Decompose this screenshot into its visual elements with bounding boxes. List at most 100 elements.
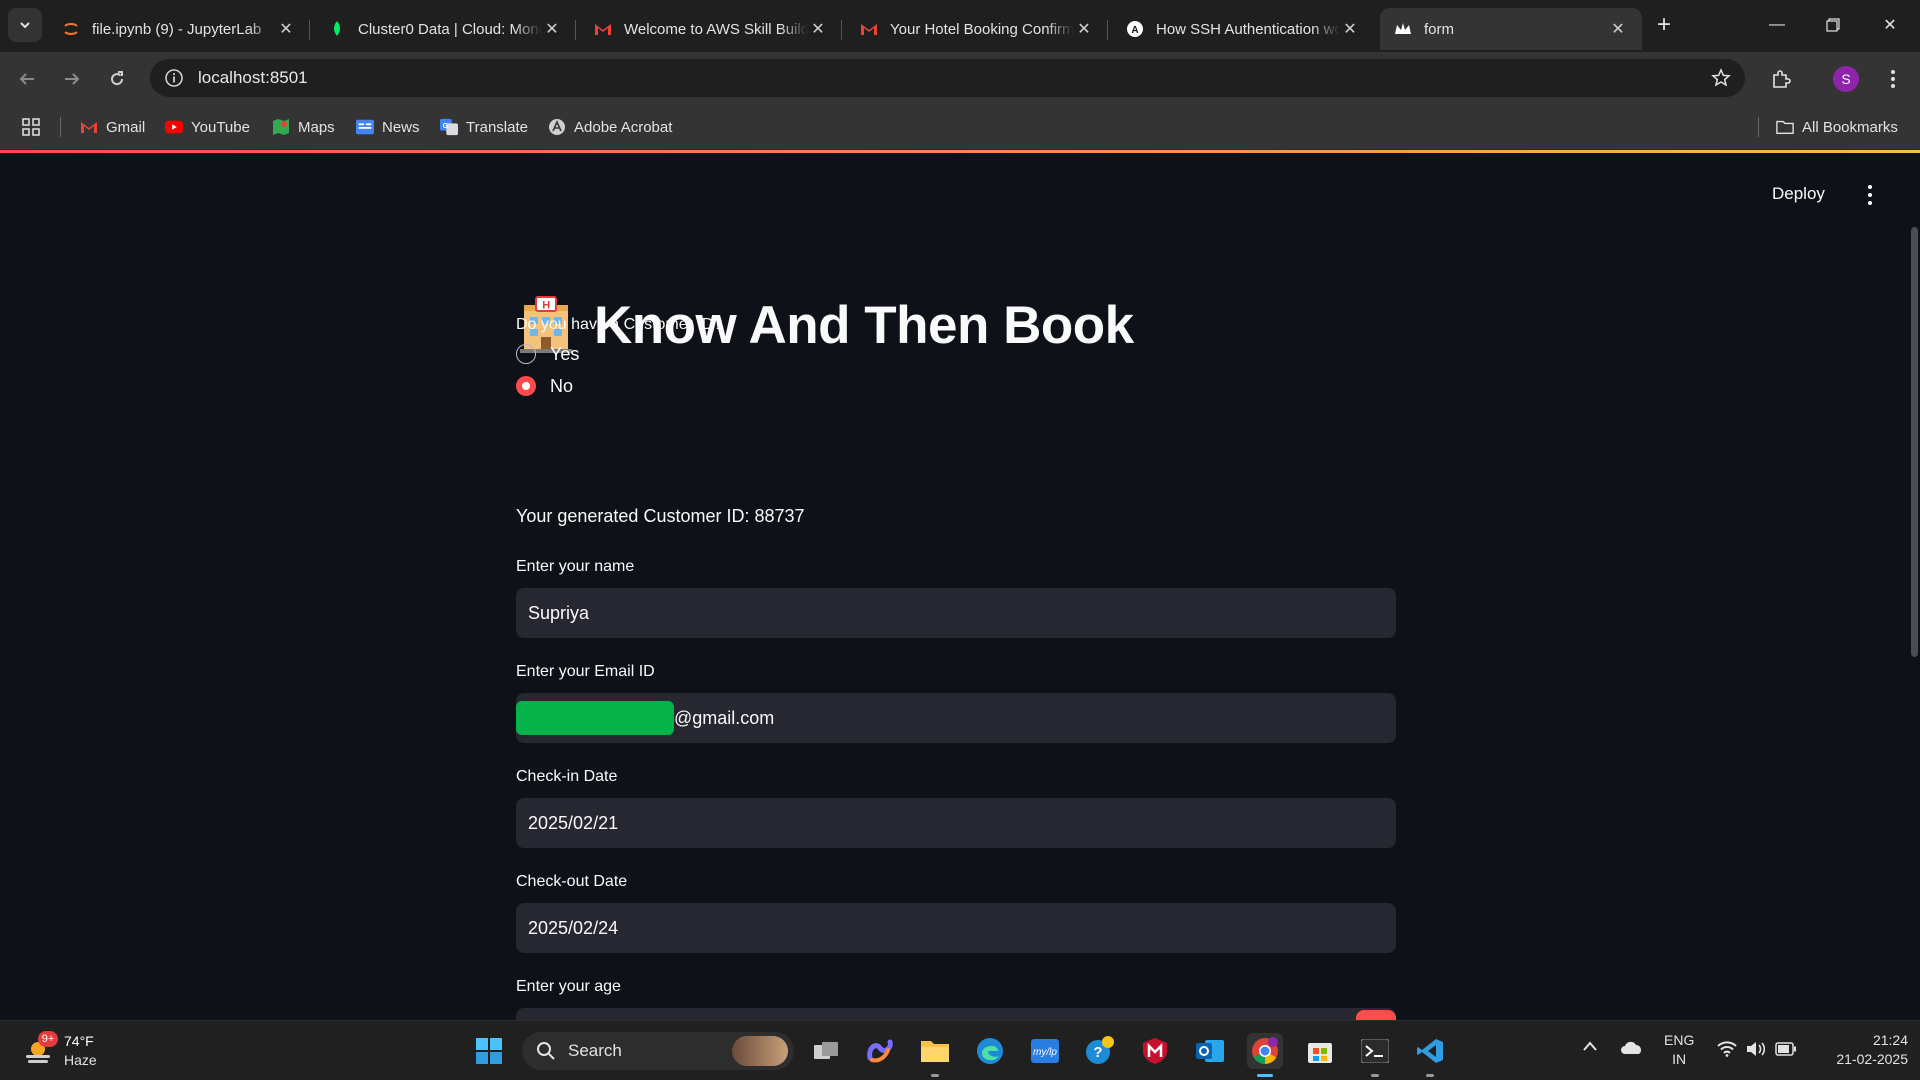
all-bookmarks-button[interactable]: All Bookmarks <box>1776 115 1898 139</box>
bookmark-adobe-acrobat[interactable]: Adobe Acrobat <box>548 115 672 139</box>
address-bar[interactable]: localhost:8501 <box>150 59 1745 97</box>
close-icon[interactable]: ✕ <box>542 19 562 39</box>
radio-button[interactable] <box>516 344 536 364</box>
weather-widget[interactable]: 9+ 74°F Haze <box>20 1031 130 1071</box>
mylio-button[interactable]: my/lp <box>1027 1033 1063 1069</box>
main-menu-button[interactable] <box>1860 182 1880 208</box>
url-text: localhost:8501 <box>198 68 308 87</box>
bookmark-translate[interactable]: G Translate <box>440 115 528 139</box>
mylio-icon: my/lp <box>1031 1039 1059 1063</box>
radio-option-yes[interactable]: Yes <box>516 342 579 366</box>
outlook-button[interactable] <box>1192 1033 1228 1069</box>
jupyter-icon <box>62 20 80 38</box>
star-icon[interactable] <box>1711 68 1731 88</box>
tab-jupyterlab[interactable]: file.ipynb (9) - JupyterLab ✕ <box>48 8 310 50</box>
clock[interactable]: 21:24 21-02-2025 <box>1812 1031 1908 1069</box>
reload-icon <box>111 71 124 86</box>
chrome-menu-button[interactable] <box>1876 62 1910 96</box>
svg-text:?: ? <box>1093 1044 1102 1061</box>
translate-icon: G <box>440 118 458 136</box>
puzzle-icon <box>1773 70 1791 88</box>
checkin-date-input[interactable]: 2025/02/21 <box>516 798 1396 848</box>
gmail-icon <box>860 20 878 38</box>
close-icon[interactable]: ✕ <box>1340 19 1360 39</box>
terminal-button[interactable] <box>1357 1033 1393 1077</box>
microsoft-store-button[interactable] <box>1302 1033 1338 1069</box>
close-icon[interactable]: ✕ <box>808 19 828 39</box>
close-icon[interactable]: ✕ <box>1608 19 1628 39</box>
bookmark-label: News <box>382 118 420 136</box>
tab-hotel-booking[interactable]: Your Hotel Booking Confirmation ✕ <box>846 8 1108 50</box>
start-button[interactable] <box>471 1033 507 1069</box>
tab-separator <box>1107 20 1108 40</box>
age-input[interactable] <box>516 1008 1396 1020</box>
task-view-icon <box>814 1042 838 1059</box>
page-scrollbar[interactable] <box>1911 227 1918 657</box>
customer-id-question: Do you have a Customer ID? <box>516 316 723 333</box>
file-explorer-button[interactable] <box>917 1033 953 1077</box>
name-label: Enter your name <box>516 558 635 575</box>
gmail-icon <box>80 118 98 136</box>
search-highlight-image <box>732 1036 788 1066</box>
new-tab-button[interactable]: + <box>1644 10 1684 40</box>
tab-separator <box>575 20 576 40</box>
tab-form[interactable]: form ✕ <box>1380 8 1642 50</box>
taskbar-search[interactable]: Search <box>522 1032 794 1070</box>
email-input[interactable]: @gmail.com <box>516 693 1396 743</box>
forward-button[interactable] <box>55 62 89 96</box>
show-hidden-icons-button[interactable] <box>1582 1039 1598 1055</box>
tab-aws-skill-builder[interactable]: Welcome to AWS Skill Builder ✕ <box>580 8 842 50</box>
bookmark-gmail[interactable]: Gmail <box>80 115 145 139</box>
gmail-icon <box>594 20 612 38</box>
svg-text:my/lp: my/lp <box>1033 1047 1057 1058</box>
restore-button[interactable] <box>1813 10 1853 40</box>
active-indicator <box>1257 1074 1273 1077</box>
close-icon[interactable]: ✕ <box>276 19 296 39</box>
acrobat-icon <box>548 118 566 136</box>
bookmark-label: Gmail <box>106 118 146 136</box>
reload-button[interactable] <box>100 62 134 96</box>
radio-button-selected[interactable] <box>516 376 536 396</box>
bookmark-youtube[interactable]: YouTube <box>165 115 250 139</box>
mcafee-button[interactable] <box>1137 1033 1173 1069</box>
minimize-button[interactable]: — <box>1757 10 1797 40</box>
store-icon <box>1308 1043 1332 1063</box>
checkin-label: Check-in Date <box>516 768 618 785</box>
chrome-button[interactable] <box>1247 1033 1283 1077</box>
close-window-button[interactable]: ✕ <box>1870 10 1910 40</box>
task-view-button[interactable] <box>808 1033 844 1069</box>
help-button[interactable]: ? <box>1082 1033 1118 1069</box>
onedrive-icon[interactable] <box>1620 1041 1644 1058</box>
name-input[interactable]: Supriya <box>516 588 1396 638</box>
email-value: @gmail.com <box>674 707 775 728</box>
edge-button[interactable] <box>972 1033 1008 1069</box>
language-indicator[interactable]: ENG IN <box>1664 1031 1694 1069</box>
age-stepper-button[interactable] <box>1356 1010 1396 1020</box>
info-icon[interactable] <box>164 68 184 88</box>
bookmark-maps[interactable]: Maps <box>272 115 335 139</box>
apps-button[interactable] <box>22 115 40 139</box>
copilot-button[interactable] <box>862 1033 898 1069</box>
tab-mongodb[interactable]: Cluster0 Data | Cloud: MongoDB Cloud ✕ <box>314 8 576 50</box>
wifi-icon[interactable] <box>1717 1041 1737 1060</box>
clock-time: 21:24 <box>1872 1032 1908 1048</box>
radio-option-no[interactable]: No <box>516 374 573 398</box>
profile-button[interactable]: S <box>1829 62 1863 96</box>
volume-icon[interactable] <box>1746 1041 1766 1060</box>
extensions-button[interactable] <box>1764 62 1798 96</box>
back-button[interactable] <box>10 62 44 96</box>
battery-icon[interactable] <box>1775 1042 1797 1059</box>
tab-strip: file.ipynb (9) - JupyterLab ✕ Cluster0 D… <box>0 0 1920 52</box>
tab-title: file.ipynb (9) - JupyterLab <box>92 20 262 38</box>
bookmark-news[interactable]: News <box>356 115 420 139</box>
checkout-value: 2025/02/24 <box>528 917 619 938</box>
vscode-button[interactable] <box>1412 1033 1448 1077</box>
tab-ssh-authentication[interactable]: A How SSH Authentication works ✕ <box>1112 8 1374 50</box>
tab-title: Your Hotel Booking Confirmation <box>890 20 1074 38</box>
checkout-date-input[interactable]: 2025/02/24 <box>516 903 1396 953</box>
deploy-button[interactable]: Deploy <box>1772 184 1825 204</box>
close-icon[interactable]: ✕ <box>1074 19 1094 39</box>
bookmarks-divider <box>1758 117 1759 137</box>
tab-search-button[interactable] <box>8 8 42 42</box>
redaction-mark <box>516 701 674 735</box>
